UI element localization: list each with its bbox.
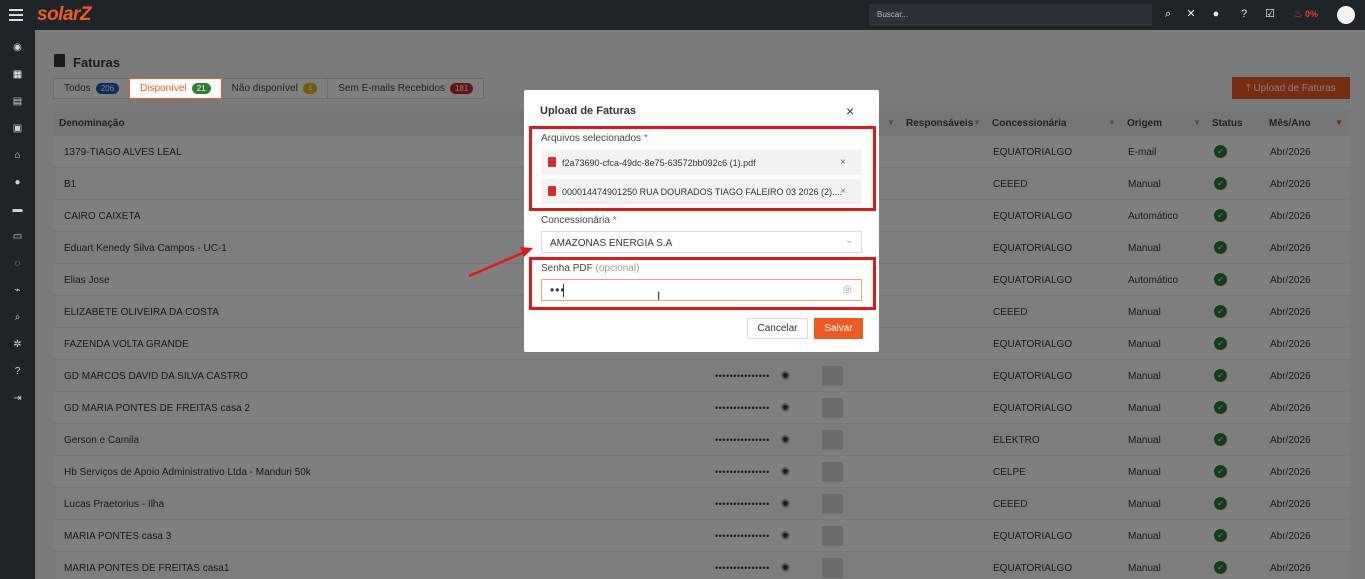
count-badge: 21	[191, 83, 211, 94]
text-cursor-icon: I	[657, 289, 661, 303]
tab-disponivel[interactable]: Disponível 21	[129, 78, 222, 99]
